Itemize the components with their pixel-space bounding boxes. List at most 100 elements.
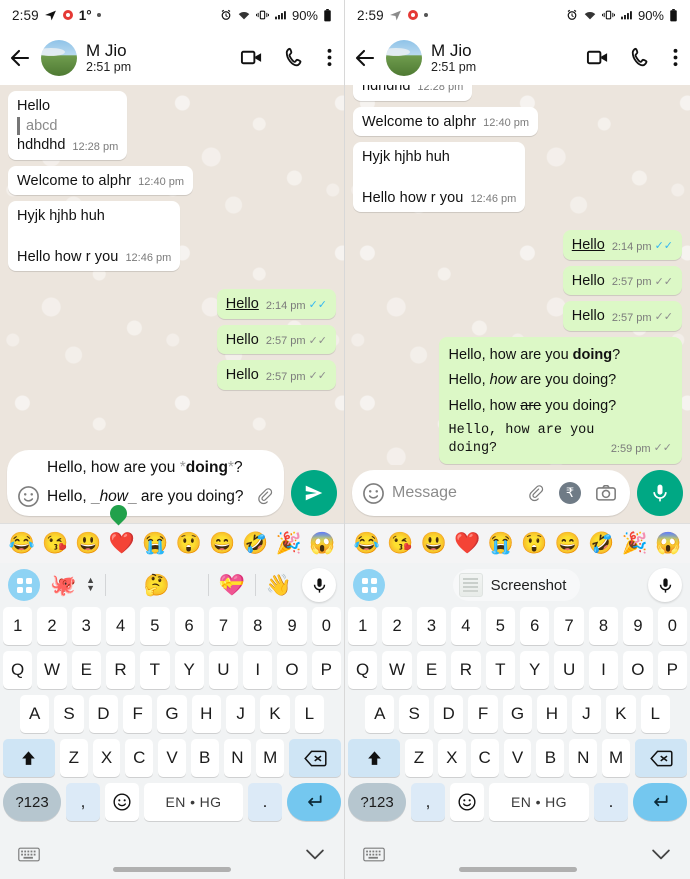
- key-5[interactable]: 5: [485, 607, 515, 645]
- keyboard-row-home[interactable]: A S D F G H J K L: [0, 695, 344, 739]
- emoji-suggestion[interactable]: 😄: [555, 533, 581, 554]
- period-key[interactable]: .: [594, 783, 628, 821]
- emoji-suggestion[interactable]: 😱: [309, 533, 335, 554]
- emoji-suggestion[interactable]: 😲: [521, 533, 547, 554]
- key-w[interactable]: W: [37, 651, 67, 689]
- key-1[interactable]: 1: [347, 607, 378, 645]
- key-b[interactable]: B: [190, 739, 219, 777]
- key-8[interactable]: 8: [588, 607, 619, 645]
- key-c[interactable]: C: [125, 739, 154, 777]
- send-button[interactable]: [291, 470, 337, 516]
- key-w[interactable]: W: [382, 651, 412, 689]
- emoji-suggestion[interactable]: 😃: [421, 533, 447, 554]
- shift-arrow-icon[interactable]: [2, 739, 55, 777]
- key-e[interactable]: E: [71, 651, 101, 689]
- emoji-suggestion[interactable]: 🎉: [622, 533, 648, 554]
- key-t[interactable]: T: [140, 651, 170, 689]
- key-o[interactable]: O: [623, 651, 653, 689]
- key-2[interactable]: 2: [382, 607, 412, 645]
- attach-clip-icon[interactable]: [253, 486, 275, 507]
- thinking-face-icon[interactable]: 🤔: [144, 575, 170, 596]
- key-6[interactable]: 6: [520, 607, 550, 645]
- rupee-payment-icon[interactable]: ₹: [559, 482, 581, 504]
- key-t[interactable]: T: [485, 651, 515, 689]
- key-9[interactable]: 9: [277, 607, 307, 645]
- message-input-container[interactable]: Message ₹: [352, 470, 630, 516]
- emoji-suggestion[interactable]: 😭: [142, 533, 168, 554]
- emoji-suggestion[interactable]: 😱: [655, 533, 681, 554]
- message-bubble[interactable]: Hello 2:14 pm ✓✓: [562, 230, 682, 260]
- overflow-menu-icon[interactable]: [673, 47, 678, 68]
- key-g[interactable]: G: [157, 695, 187, 733]
- emoji-suggestion[interactable]: 😃: [75, 533, 101, 554]
- back-arrow-icon[interactable]: [8, 46, 32, 70]
- growing-heart-icon[interactable]: 💝: [219, 575, 245, 596]
- key-r[interactable]: R: [105, 651, 136, 689]
- message-bubble[interactable]: Hello abcd hdhdhd 12:28 pm: [8, 91, 128, 160]
- key-1[interactable]: 1: [3, 607, 33, 645]
- voice-call-icon[interactable]: [630, 47, 652, 69]
- message-draft-text[interactable]: Hello, how are you *doing*? Hello, _how_…: [47, 457, 246, 509]
- keyboard-row-home[interactable]: A S D F G H J K L: [345, 695, 690, 739]
- backspace-icon[interactable]: [635, 739, 688, 777]
- key-7[interactable]: 7: [554, 607, 584, 645]
- keyboard-switch-icon[interactable]: [18, 847, 40, 862]
- key-s[interactable]: S: [399, 695, 429, 733]
- back-arrow-icon[interactable]: [353, 46, 377, 70]
- emoji-suggestion[interactable]: 😭: [488, 533, 514, 554]
- key-u[interactable]: U: [208, 651, 239, 689]
- octopus-icon[interactable]: 🐙: [50, 575, 76, 596]
- key-i[interactable]: I: [588, 651, 619, 689]
- key-y[interactable]: Y: [174, 651, 204, 689]
- message-bubble[interactable]: Welcome to alphr 12:40 pm: [8, 165, 194, 196]
- emoji-suggestion[interactable]: 😂: [354, 533, 380, 554]
- key-l[interactable]: L: [640, 695, 670, 733]
- key-p[interactable]: P: [657, 651, 688, 689]
- chat-message-list[interactable]: hdhdhd 12:28 pm Welcome to alphr 12:40 p…: [345, 85, 690, 465]
- emoji-suggestion[interactable]: 🎉: [276, 533, 302, 554]
- space-key[interactable]: EN • HG: [144, 783, 243, 821]
- key-o[interactable]: O: [277, 651, 307, 689]
- key-7[interactable]: 7: [208, 607, 239, 645]
- key-3[interactable]: 3: [71, 607, 101, 645]
- emoji-suggestion-strip[interactable]: 😂 😘 😃 ❤️ 😭 😲 😄 🤣 🎉 😱: [0, 523, 344, 563]
- key-h[interactable]: H: [537, 695, 567, 733]
- message-input-container[interactable]: Hello, how are you *doing*? Hello, _how_…: [7, 450, 284, 526]
- key-z[interactable]: Z: [59, 739, 88, 777]
- emoji-suggestion[interactable]: 🤣: [588, 533, 614, 554]
- key-z[interactable]: Z: [405, 739, 433, 777]
- emoji-suggestion[interactable]: ❤️: [109, 533, 135, 554]
- key-8[interactable]: 8: [243, 607, 273, 645]
- key-n[interactable]: N: [569, 739, 598, 777]
- key-x[interactable]: X: [437, 739, 466, 777]
- avatar[interactable]: [41, 39, 77, 76]
- mic-icon[interactable]: [302, 568, 337, 602]
- key-y[interactable]: Y: [520, 651, 550, 689]
- formatted-message-bubble[interactable]: Hello, how are you doing? Hello, how are…: [438, 336, 682, 464]
- key-f[interactable]: F: [468, 695, 498, 733]
- key-4[interactable]: 4: [451, 607, 481, 645]
- emoji-suggestion[interactable]: 😘: [42, 533, 68, 554]
- home-indicator[interactable]: [458, 867, 577, 872]
- overflow-menu-icon[interactable]: [327, 47, 332, 68]
- key-d[interactable]: D: [88, 695, 118, 733]
- contact-info[interactable]: M Jio 2:51 pm: [431, 41, 476, 74]
- key-d[interactable]: D: [433, 695, 464, 733]
- key-x[interactable]: X: [92, 739, 121, 777]
- key-m[interactable]: M: [602, 739, 631, 777]
- backspace-icon[interactable]: [289, 739, 342, 777]
- key-f[interactable]: F: [123, 695, 153, 733]
- home-indicator[interactable]: [113, 867, 231, 872]
- screenshot-suggestion-chip[interactable]: Screenshot: [452, 569, 581, 601]
- message-bubble[interactable]: Welcome to alphr 12:40 pm: [353, 106, 539, 137]
- message-bubble[interactable]: Hyjk hjhb huh Hello how r you 12:46 pm: [8, 201, 181, 272]
- emoji-key-icon[interactable]: [105, 783, 139, 821]
- key-5[interactable]: 5: [140, 607, 170, 645]
- key-p[interactable]: P: [311, 651, 341, 689]
- voice-call-icon[interactable]: [284, 47, 306, 69]
- key-l[interactable]: L: [294, 695, 324, 733]
- key-a[interactable]: A: [365, 695, 395, 733]
- keyboard-row-top[interactable]: Q W E R T Y U I O P: [345, 651, 690, 695]
- key-0[interactable]: 0: [311, 607, 341, 645]
- enter-return-icon[interactable]: [287, 783, 341, 821]
